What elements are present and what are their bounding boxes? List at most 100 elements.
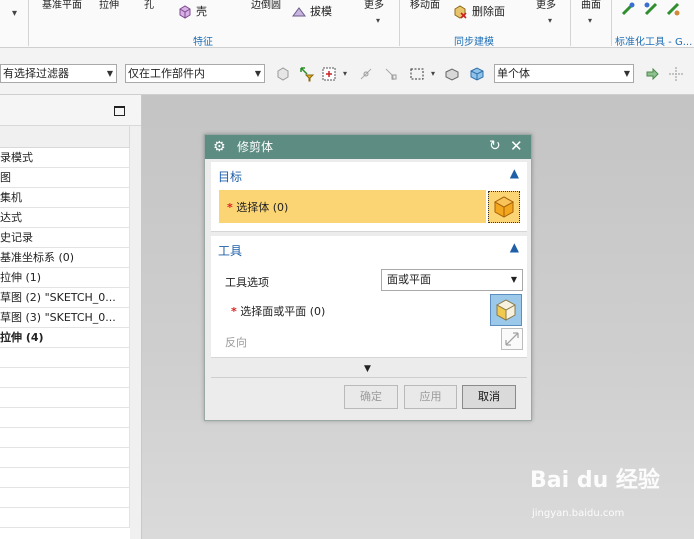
navigator-row[interactable]: 草图 (3) "SKETCH_0... — [0, 308, 130, 328]
navigator-row[interactable]: 草图 (2) "SKETCH_0... — [0, 288, 130, 308]
shell-button[interactable]: 壳 — [196, 6, 207, 18]
chevron-down-icon[interactable]: ▾ — [588, 16, 592, 25]
move-handle-icon[interactable] — [668, 66, 684, 82]
navigator-header — [0, 95, 141, 126]
required-marker: * — [231, 305, 237, 318]
extrude-button[interactable]: 拉伸 — [99, 0, 119, 12]
chevron-down-icon: ▼ — [623, 69, 630, 78]
apply-button[interactable]: 应用 — [404, 385, 457, 409]
navigator-row[interactable]: 集机 — [0, 188, 130, 208]
navigator-column-header[interactable] — [0, 126, 130, 148]
draft-button[interactable]: 拔模 — [310, 6, 332, 18]
tool-section: 工具 ▲ 工具选项 面或平面 ▼ * 选择面或平面 (0) 反向 — [211, 236, 527, 358]
navigator-empty-row — [0, 448, 130, 468]
navigator-empty-row — [0, 428, 130, 448]
select-body-row[interactable]: * 选择体 (0) — [219, 190, 486, 223]
shell-icon — [179, 5, 191, 19]
selection-scope-value: 仅在工作部件内 — [128, 67, 205, 80]
delete-face-button[interactable]: 删除面 — [472, 6, 505, 18]
tool-option-dropdown[interactable]: 面或平面 ▼ — [381, 269, 523, 291]
select-all-icon[interactable] — [321, 66, 337, 82]
sync-more-button[interactable]: 更多 — [536, 0, 556, 12]
required-marker: * — [227, 201, 233, 214]
chevron-down-icon[interactable]: ▾ — [548, 16, 552, 25]
navigator-row[interactable]: 录模式 — [0, 148, 130, 168]
std-tool-1-icon[interactable] — [621, 2, 635, 16]
chevron-down-icon: ▼ — [254, 69, 261, 78]
features-more-button[interactable]: 更多 — [364, 0, 384, 12]
cancel-button[interactable]: 取消 — [462, 385, 516, 409]
ribbon: ▾ 基准平面 拉伸 孔 壳 边倒圆 拔模 更多 ▾ 特征 移动面 删除面 更多 … — [0, 0, 694, 48]
select-face-row[interactable]: * 选择面或平面 (0) — [231, 303, 325, 319]
std-tool-2-icon[interactable] — [644, 2, 658, 16]
target-section-title[interactable]: 目标 — [218, 168, 242, 185]
chevron-down-icon: ▼ — [106, 69, 113, 78]
ok-button[interactable]: 确定 — [344, 385, 398, 409]
gear-icon[interactable]: ⚙ — [213, 139, 226, 155]
group-label-feature: 特征 — [193, 37, 213, 48]
divider — [211, 377, 527, 378]
navigator-row[interactable]: 基准坐标系 (0) — [0, 248, 130, 268]
face-select-icon[interactable] — [444, 66, 460, 82]
select-body-button[interactable] — [488, 191, 520, 223]
chevron-up-icon[interactable]: ▲ — [510, 166, 519, 180]
filter-select-icon[interactable] — [299, 66, 315, 82]
tool-option-label: 工具选项 — [225, 276, 269, 289]
arrow-right-icon[interactable] — [644, 66, 660, 82]
select-face-label: 选择面或平面 (0) — [240, 305, 326, 318]
navigator-row[interactable]: 拉伸 (1) — [0, 268, 130, 288]
navigator-empty-row — [0, 408, 130, 428]
select-face-button[interactable] — [490, 294, 522, 326]
datum-plane-button[interactable]: 基准平面 — [42, 0, 82, 12]
navigator-empty-row — [0, 388, 130, 408]
navigator-empty-row — [0, 508, 130, 528]
group-label-sync: 同步建模 — [454, 37, 494, 48]
part-navigator: 录模式 图 集机 达式 史记录 基准坐标系 (0) 拉伸 (1) 草图 (2) … — [0, 95, 141, 539]
chevron-down-icon[interactable]: ▾ — [431, 69, 435, 78]
navigator-row[interactable]: 拉伸 (4) — [0, 328, 130, 348]
close-icon[interactable]: ✕ — [510, 137, 523, 155]
tool-option-value: 面或平面 — [387, 273, 431, 286]
edge-blend-button[interactable]: 边倒圆 — [251, 0, 281, 12]
chevron-down-icon: ▼ — [510, 275, 517, 284]
navigator-scrollbar[interactable] — [130, 126, 141, 539]
selection-scope-dropdown[interactable]: 仅在工作部件内 ▼ — [125, 64, 265, 83]
reverse-direction-button[interactable] — [501, 328, 523, 350]
surface-button[interactable]: 曲面 — [581, 0, 601, 12]
navigator-row[interactable]: 达式 — [0, 208, 130, 228]
target-section: 目标 ▲ * 选择体 (0) — [211, 162, 527, 232]
move-face-button[interactable]: 移动面 — [410, 0, 440, 12]
chevron-down-icon[interactable]: ▾ — [343, 69, 347, 78]
body-select-icon[interactable] — [469, 66, 485, 82]
navigator-empty-row — [0, 488, 130, 508]
std-tool-3-icon[interactable] — [666, 2, 680, 16]
snap-gray-icon[interactable] — [275, 66, 291, 82]
hole-button[interactable]: 孔 — [144, 0, 154, 12]
ribbon-overflow-icon[interactable]: ▾ — [12, 8, 17, 19]
dialog-title-bar[interactable]: ⚙ 修剪体 ↻ ✕ — [205, 135, 531, 159]
tool-section-title[interactable]: 工具 — [218, 242, 242, 259]
type-filter-value: 有选择过滤器 — [3, 67, 69, 80]
chevron-down-icon[interactable]: ▾ — [376, 16, 380, 25]
trim-body-dialog: ⚙ 修剪体 ↻ ✕ 目标 ▲ * 选择体 (0) 工具 ▲ 工具选项 面或平面 — [204, 134, 532, 421]
dialog-title: 修剪体 — [237, 140, 274, 154]
navigator-row[interactable]: 史记录 — [0, 228, 130, 248]
navigator-row[interactable]: 图 — [0, 168, 130, 188]
snap-end-icon[interactable] — [383, 66, 399, 82]
navigator-empty-row — [0, 348, 130, 368]
expand-more-icon[interactable]: ▼ — [364, 364, 371, 374]
chevron-up-icon[interactable]: ▲ — [510, 240, 519, 254]
rectangle-select-icon[interactable] — [409, 66, 425, 82]
draft-icon — [292, 7, 306, 17]
snap-point-icon[interactable] — [358, 66, 374, 82]
reverse-arrows-icon — [505, 332, 519, 346]
reset-icon[interactable]: ↻ — [489, 138, 501, 154]
navigator-empty-row — [0, 368, 130, 388]
type-filter-dropdown[interactable]: 有选择过滤器 ▼ — [0, 64, 117, 83]
cube-icon — [496, 299, 516, 321]
reverse-direction-label: 反向 — [225, 336, 247, 349]
delete-face-icon — [454, 5, 467, 19]
maximize-icon[interactable] — [114, 106, 125, 116]
body-type-dropdown[interactable]: 单个体 ▼ — [494, 64, 634, 83]
select-body-label: 选择体 (0) — [236, 201, 289, 214]
